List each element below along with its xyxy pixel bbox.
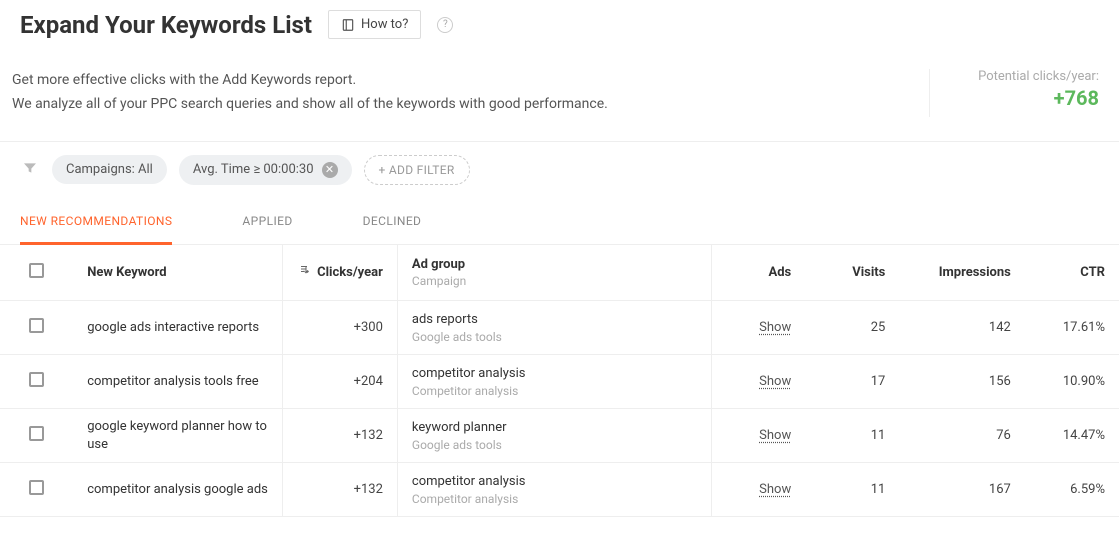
how-to-label: How to? (361, 17, 408, 32)
ctr-cell: 17.61% (1025, 301, 1119, 355)
visits-cell: 17 (805, 355, 899, 409)
row-checkbox[interactable] (29, 480, 44, 495)
column-impressions[interactable]: Impressions (899, 245, 1024, 301)
filter-icon[interactable] (20, 160, 40, 180)
impressions-cell: 142 (899, 301, 1024, 355)
campaign-cell: Google ads tools (412, 438, 697, 452)
tab-declined[interactable]: DECLINED (363, 198, 422, 245)
column-adgroup[interactable]: Ad group Campaign (397, 245, 711, 301)
row-checkbox[interactable] (29, 372, 44, 387)
column-ads[interactable]: Ads (711, 245, 805, 301)
description-text: Get more effective clicks with the Add K… (12, 69, 608, 117)
potential-clicks-value: +768 (970, 86, 1099, 110)
column-adgroup-sublabel: Campaign (412, 274, 697, 288)
show-ads-link[interactable]: Show (759, 482, 791, 497)
add-filter-button[interactable]: + ADD FILTER (364, 155, 470, 185)
clicks-cell: +132 (282, 409, 397, 463)
column-keyword[interactable]: New Keyword (73, 245, 282, 301)
visits-cell: 11 (805, 463, 899, 517)
impressions-cell: 167 (899, 463, 1024, 517)
show-ads-link[interactable]: Show (759, 428, 791, 443)
help-icon[interactable]: ? (437, 17, 453, 33)
impressions-cell: 76 (899, 409, 1024, 463)
potential-clicks-label: Potential clicks/year: (970, 69, 1099, 84)
chip-close-icon[interactable]: ✕ (322, 162, 338, 178)
ctr-cell: 6.59% (1025, 463, 1119, 517)
column-clicks-label: Clicks/year (317, 265, 383, 280)
campaign-cell: Competitor analysis (412, 492, 697, 506)
filter-chip-campaigns[interactable]: Campaigns: All (52, 155, 167, 184)
visits-cell: 11 (805, 409, 899, 463)
description-line1: Get more effective clicks with the Add K… (12, 69, 608, 93)
select-all-checkbox[interactable] (29, 263, 44, 278)
table-row: competitor analysis tools free +204 comp… (0, 355, 1119, 409)
filter-chip-avgtime[interactable]: Avg. Time ≥ 00:00:30 ✕ (179, 155, 352, 185)
row-checkbox[interactable] (29, 426, 44, 441)
filter-chip-avgtime-label: Avg. Time ≥ 00:00:30 (193, 162, 314, 177)
row-checkbox[interactable] (29, 318, 44, 333)
sort-desc-icon (298, 265, 313, 279)
adgroup-cell: ads reports (412, 311, 697, 329)
keyword-cell: competitor analysis google ads (87, 481, 268, 499)
visits-cell: 25 (805, 301, 899, 355)
table-row: competitor analysis google ads +132 comp… (0, 463, 1119, 517)
tab-new-recommendations[interactable]: NEW RECOMMENDATIONS (20, 198, 172, 245)
column-ctr[interactable]: CTR (1025, 245, 1119, 301)
keywords-table: New Keyword Clicks/year Ad group Campaig… (0, 245, 1119, 518)
tabs-bar: NEW RECOMMENDATIONS APPLIED DECLINED (0, 198, 1119, 245)
adgroup-cell: keyword planner (412, 419, 697, 437)
filter-toolbar: Campaigns: All Avg. Time ≥ 00:00:30 ✕ + … (0, 141, 1119, 198)
table-row: google ads interactive reports +300 ads … (0, 301, 1119, 355)
clicks-cell: +204 (282, 355, 397, 409)
clicks-cell: +300 (282, 301, 397, 355)
adgroup-cell: competitor analysis (412, 473, 697, 491)
keyword-cell: competitor analysis tools free (87, 373, 268, 391)
show-ads-link[interactable]: Show (759, 320, 791, 335)
keyword-cell: google ads interactive reports (87, 319, 268, 337)
ctr-cell: 14.47% (1025, 409, 1119, 463)
show-ads-link[interactable]: Show (759, 374, 791, 389)
column-clicks[interactable]: Clicks/year (282, 245, 397, 301)
book-icon (341, 18, 355, 32)
page-title: Expand Your Keywords List (20, 11, 312, 39)
impressions-cell: 156 (899, 355, 1024, 409)
column-checkbox (0, 245, 73, 301)
filter-chip-campaigns-label: Campaigns: All (66, 162, 153, 177)
tab-applied[interactable]: APPLIED (242, 198, 292, 245)
campaign-cell: Google ads tools (412, 330, 697, 344)
clicks-cell: +132 (282, 463, 397, 517)
keyword-cell: google keyword planner how to use (87, 418, 268, 453)
potential-clicks-panel: Potential clicks/year: +768 (929, 69, 1099, 117)
campaign-cell: Competitor analysis (412, 384, 697, 398)
ctr-cell: 10.90% (1025, 355, 1119, 409)
description-line2: We analyze all of your PPC search querie… (12, 93, 608, 117)
adgroup-cell: competitor analysis (412, 365, 697, 383)
how-to-button[interactable]: How to? (328, 10, 421, 39)
column-adgroup-label: Ad group (412, 257, 465, 272)
column-visits[interactable]: Visits (805, 245, 899, 301)
table-row: google keyword planner how to use +132 k… (0, 409, 1119, 463)
